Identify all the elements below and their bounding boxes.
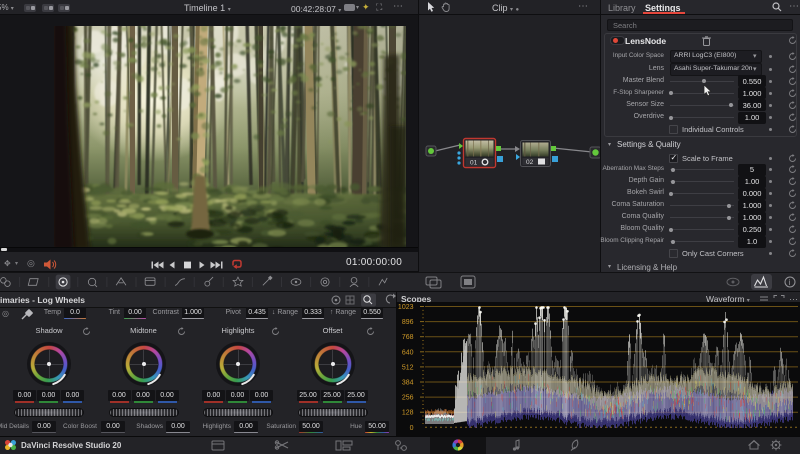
svg-text:i: i	[789, 278, 791, 287]
svg-text:896: 896	[402, 319, 414, 326]
svg-text:768: 768	[402, 334, 414, 341]
svg-text:640: 640	[402, 349, 414, 356]
svg-text:01: 01	[470, 160, 478, 167]
svg-text:256: 256	[402, 395, 414, 402]
svg-text:02: 02	[526, 159, 534, 166]
svg-text:128: 128	[402, 410, 414, 417]
svg-text:512: 512	[402, 364, 414, 371]
svg-text:384: 384	[402, 380, 414, 387]
svg-text:1023: 1023	[398, 304, 414, 311]
svg-text:0: 0	[410, 425, 414, 432]
